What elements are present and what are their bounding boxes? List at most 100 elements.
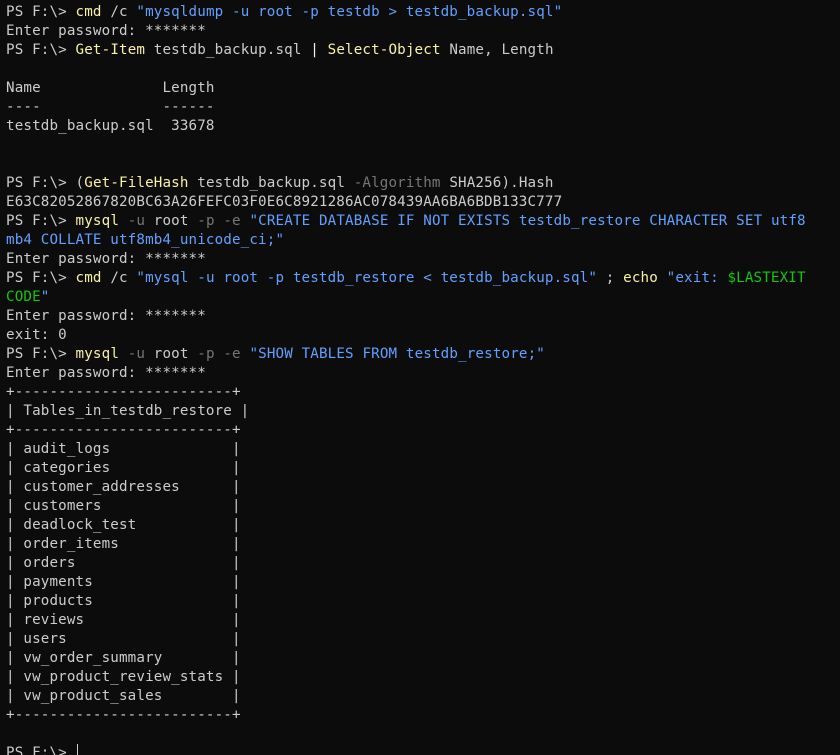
terminal-line: | customers | [6,497,840,516]
terminal-text-segment: -u [127,346,146,362]
terminal-text-segment: | customers | [6,498,241,514]
terminal-text-segment: | users | [6,631,241,647]
terminal-line: ---- ------ [6,98,840,117]
terminal-text-segment: echo [623,270,658,286]
terminal-text-segment: -e [223,213,241,229]
terminal-text-segment: root [145,346,198,362]
terminal-text-segment: Name, Length [440,42,554,58]
terminal-text-segment: | vw_product_review_stats | [6,669,241,685]
terminal-text-segment: +-------------------------+ [6,384,241,400]
terminal-line: | customer_addresses | [6,478,840,497]
terminal-line: Enter password: ******* [6,22,840,41]
terminal-text-segment: | reviews | [6,612,241,628]
terminal-line: +-------------------------+ [6,421,840,440]
terminal-line: Name Length [6,79,840,98]
terminal-text-segment: -u [127,213,146,229]
terminal-line: PS F:\> mysql -u root -p -e "CREATE DATA… [6,212,840,231]
terminal-output: PS F:\> cmd /c "mysqldump -u root -p tes… [6,3,840,744]
terminal-line: E63C82052867820BC63A26FEFC03F0E6C8921286… [6,193,840,212]
terminal-line: | orders | [6,554,840,573]
terminal-line: | vw_product_sales | [6,687,840,706]
terminal-text-segment: cmd [75,4,102,20]
terminal-line: | Tables_in_testdb_restore | [6,402,840,421]
terminal-text-segment: | categories | [6,460,241,476]
terminal-text-segment: ---- ------ [6,99,215,115]
terminal-text-segment: | audit_logs | [6,441,241,457]
terminal-text-segment: | order_items | [6,536,241,552]
terminal-text-segment: Enter password: ******* [6,365,206,381]
terminal-line: | vw_order_summary | [6,649,840,668]
terminal-text-segment: | Tables_in_testdb_restore | [6,403,250,419]
terminal-text-segment: "mysql -u root -p testdb_restore < testd… [136,270,598,286]
terminal-text-segment: cmd [75,270,102,286]
terminal-text-segment: -e [223,346,241,362]
terminal-text-segment: | customer_addresses | [6,479,241,495]
terminal-line: | products | [6,592,840,611]
terminal-text-segment: Name Length [6,80,215,96]
terminal-text-segment: | vw_order_summary | [6,650,241,666]
terminal-text-segment: mysql [75,213,120,229]
terminal-text-segment: mb4 COLLATE utf8mb4_unicode_ci;" [6,232,285,248]
terminal-text-segment: | payments | [6,574,241,590]
terminal-text-segment: "SHOW TABLES FROM testdb_restore;" [249,346,545,362]
terminal-line: | payments | [6,573,840,592]
terminal-line: Enter password: ******* [6,364,840,383]
terminal-line: | users | [6,630,840,649]
terminal-line: | reviews | [6,611,840,630]
terminal-line: +-------------------------+ [6,706,840,725]
terminal-line: | audit_logs | [6,440,840,459]
terminal-line: testdb_backup.sql 33678 [6,117,840,136]
terminal-text-segment: PS F:\> [6,175,76,191]
terminal-text-segment: Get-FileHash [84,175,189,191]
terminal-text-segment: | products | [6,593,241,609]
terminal-text-segment: E63C82052867820BC63A26FEFC03F0E6C8921286… [6,194,563,210]
terminal-text-segment: -p [197,346,215,362]
terminal-text-segment: $LASTEXIT [727,270,806,286]
terminal-text-segment: CODE [6,289,41,305]
terminal-window[interactable]: PS F:\> cmd /c "mysqldump -u root -p tes… [0,0,840,755]
terminal-text-segment: ( [75,175,85,191]
terminal-text-segment: Enter password: ******* [6,308,206,324]
terminal-text-segment: "mysqldump -u root -p testdb > testdb_ba… [136,4,563,20]
terminal-text-segment: Enter password: ******* [6,251,206,267]
terminal-line: PS F:\> Get-Item testdb_backup.sql | Sel… [6,41,840,60]
terminal-line: Enter password: ******* [6,307,840,326]
terminal-text-segment: exit: 0 [6,327,67,343]
terminal-text-segment: "CREATE DATABASE IF NOT EXISTS testdb_re… [249,213,806,229]
terminal-text-segment: PS F:\> [6,42,76,58]
terminal-text-segment: "exit: [666,270,728,286]
terminal-text-segment: Enter password: ******* [6,23,206,39]
terminal-line: | categories | [6,459,840,478]
terminal-text-segment: -p [197,213,215,229]
terminal-text-segment: testdb_backup.sql [145,42,311,58]
terminal-text-segment: ; [597,270,624,286]
terminal-text-segment: root [145,213,198,229]
terminal-text-segment: /c [101,270,137,286]
terminal-text-segment: Select-Object [327,42,441,58]
terminal-text-segment: testdb_backup.sql 33678 [6,118,215,134]
terminal-text-segment: | deadlock_test | [6,517,241,533]
terminal-text-segment: | [310,42,319,58]
terminal-line: PS F:\> cmd /c "mysqldump -u root -p tes… [6,3,840,22]
text-cursor [76,744,78,755]
terminal-text-segment: | orders | [6,555,241,571]
terminal-line: PS F:\> cmd /c "mysql -u root -p testdb_… [6,269,840,288]
terminal-text-segment: testdb_backup.sql [188,175,354,191]
prompt-text: PS F:\> [6,745,76,755]
terminal-text-segment: +-------------------------+ [6,707,241,723]
terminal-text-segment: -Algorithm [353,175,441,191]
terminal-text-segment: mysql [75,346,120,362]
terminal-line: mb4 COLLATE utf8mb4_unicode_ci;" [6,231,840,250]
terminal-line: | vw_product_review_stats | [6,668,840,687]
current-prompt-line[interactable]: PS F:\> [6,744,840,755]
terminal-line: Enter password: ******* [6,250,840,269]
terminal-line: PS F:\> mysql -u root -p -e "SHOW TABLES… [6,345,840,364]
terminal-line: | deadlock_test | [6,516,840,535]
terminal-text-segment: PS F:\> [6,346,76,362]
